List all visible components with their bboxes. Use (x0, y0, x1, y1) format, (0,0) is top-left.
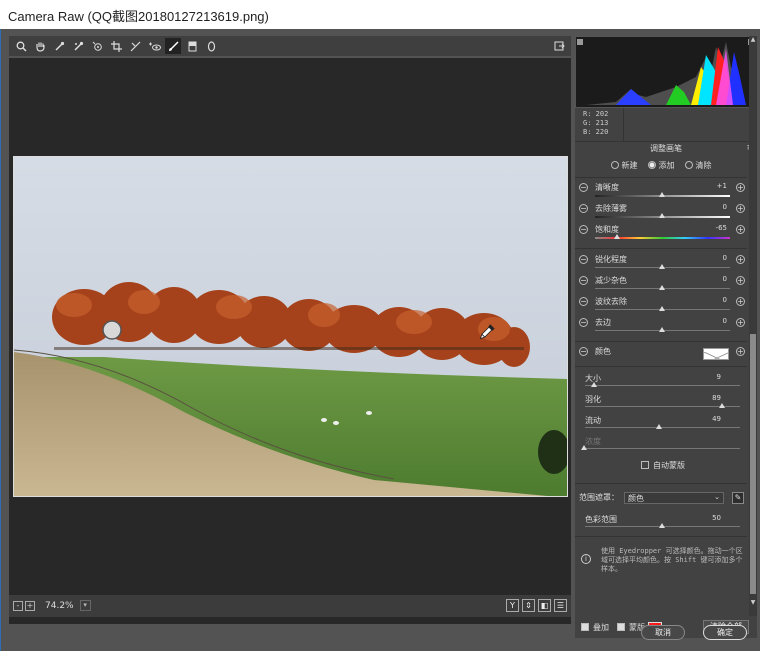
b-value: B: 220 (583, 128, 609, 136)
rgb-readout: R: 202 G: 213 B: 220 (575, 108, 757, 142)
preview-status-bar: - + 74.2% ▾ Y ⇕ ◧ ☰ (9, 595, 571, 617)
crop-icon[interactable] (108, 38, 124, 54)
shadow-clipping-icon (577, 39, 583, 45)
hand-icon[interactable] (32, 38, 48, 54)
slider-defringe[interactable]: − 去边 0 + (575, 317, 747, 339)
slider-sharpness[interactable]: − 锐化程度 0 + (575, 254, 747, 276)
copy-settings-button[interactable]: ◧ (538, 599, 551, 612)
plus-icon[interactable]: + (736, 318, 745, 327)
color-range-slider[interactable]: 色彩范围 50 (575, 514, 747, 534)
info-icon: i (581, 554, 591, 564)
range-mask-row: 范围遮罩： 颜色 ⌄ ✎ (579, 492, 747, 506)
swap-before-after-button[interactable]: ⇕ (522, 599, 535, 612)
camera-raw-dialog: - + 74.2% ▾ Y ⇕ ◧ ☰ R: 202 G: 213 B: 220… (0, 29, 760, 651)
radial-filter-icon[interactable] (203, 38, 219, 54)
red-eye-icon[interactable] (146, 38, 162, 54)
plus-icon[interactable]: + (736, 225, 745, 234)
minus-icon[interactable]: − (579, 318, 588, 327)
histogram (575, 36, 757, 108)
before-after-toggle[interactable]: Y (506, 599, 519, 612)
adjustment-panel: R: 202 G: 213 B: 220 调整画笔 ≡ 新建 添加 清除 − 清… (575, 36, 757, 616)
color-sampler-icon[interactable] (70, 38, 86, 54)
graduated-filter-icon[interactable] (184, 38, 200, 54)
minus-icon[interactable]: − (579, 276, 588, 285)
toggle-settings-button[interactable]: ☰ (554, 599, 567, 612)
white-balance-icon[interactable] (51, 38, 67, 54)
slider-moire-reduction[interactable]: − 波纹去除 0 + (575, 296, 747, 318)
zoom-in-button[interactable]: + (25, 600, 35, 611)
straighten-icon[interactable] (127, 38, 143, 54)
panel-title: 调整画笔 (650, 144, 682, 153)
brush-feather[interactable]: 羽化 89 (575, 394, 747, 414)
r-value: R: 202 (583, 110, 609, 118)
zoom-dropdown[interactable]: ▾ (79, 600, 91, 611)
brush-flow[interactable]: 流动 49 (575, 415, 747, 435)
image-preview-area[interactable] (9, 58, 571, 624)
plus-icon[interactable]: + (736, 183, 745, 192)
overlay-checkbox[interactable]: 叠加 (581, 622, 609, 633)
radio-icon (647, 161, 656, 169)
brush-mode-group: 新建 添加 清除 (575, 160, 747, 174)
color-row: − 颜色 + (575, 346, 747, 364)
adjustment-brush-icon[interactable] (165, 38, 181, 54)
plus-icon[interactable]: + (736, 204, 745, 213)
plus-icon[interactable]: + (736, 255, 745, 264)
radio-icon (610, 161, 619, 169)
range-mask-select[interactable]: 颜色 ⌄ (624, 492, 724, 504)
slider-clarity[interactable]: − 清晰度 +1 + (575, 182, 747, 204)
ok-button[interactable]: 确定 (703, 625, 747, 640)
plus-icon[interactable]: + (736, 276, 745, 285)
checkbox-icon (641, 461, 649, 469)
tool-bar (9, 36, 571, 56)
g-value: G: 213 (583, 119, 609, 127)
mode-new[interactable]: 新建 (610, 160, 638, 174)
color-swatch[interactable] (703, 348, 729, 360)
brush-density[interactable]: 浓度 (575, 436, 747, 456)
slider-dehaze[interactable]: − 去除薄雾 0 + (575, 203, 747, 225)
minus-icon[interactable]: − (579, 183, 588, 192)
zoom-out-button[interactable]: - (13, 600, 23, 611)
plus-icon[interactable]: + (736, 297, 745, 306)
info-box: i 使用 Eyedropper 可选择颜色。拖动一个区域可选择平均颜色。按 Sh… (579, 544, 747, 584)
brush-size[interactable]: 大小 9 (575, 373, 747, 393)
targeted-adjustment-icon[interactable] (89, 38, 105, 54)
auto-mask-checkbox[interactable]: 自动蒙版 (641, 460, 685, 471)
checkbox-icon (581, 623, 589, 631)
zoom-level: 74.2% (45, 600, 74, 611)
panel-scrollbar[interactable]: ▲ ▼ (749, 36, 757, 616)
plus-icon[interactable]: + (736, 347, 745, 356)
scroll-thumb[interactable] (750, 334, 756, 594)
info-text: 使用 Eyedropper 可选择颜色。拖动一个区域可选择平均颜色。按 Shif… (601, 547, 743, 573)
preview-photo[interactable] (13, 156, 568, 497)
zoom-controls: - + 74.2% ▾ (13, 600, 91, 611)
radio-icon (684, 161, 693, 169)
eyedropper-icon[interactable]: ✎ (732, 492, 744, 504)
minus-icon[interactable]: − (579, 204, 588, 213)
minus-icon[interactable]: − (579, 297, 588, 306)
window-title: Camera Raw (QQ截图20180127213619.png) (0, 0, 760, 29)
minus-icon[interactable]: − (579, 225, 588, 234)
minus-icon[interactable]: − (579, 255, 588, 264)
cancel-button[interactable]: 取消 (641, 625, 685, 640)
slider-saturation[interactable]: − 饱和度 -65 + (575, 224, 747, 246)
slider-noise-reduction[interactable]: − 减少杂色 0 + (575, 275, 747, 297)
checkbox-icon (617, 623, 625, 631)
chevron-down-icon: ⌄ (714, 493, 720, 501)
view-buttons: Y ⇕ ◧ ☰ (506, 599, 567, 612)
panel-header: 调整画笔 ≡ (575, 143, 757, 155)
fullscreen-icon[interactable] (551, 38, 567, 54)
mode-add[interactable]: 添加 (647, 160, 675, 174)
scroll-down-icon[interactable]: ▼ (749, 599, 757, 607)
mode-erase[interactable]: 清除 (684, 160, 712, 174)
scroll-up-icon[interactable]: ▲ (749, 36, 757, 44)
zoom-icon[interactable] (13, 38, 29, 54)
minus-icon[interactable]: − (579, 347, 588, 356)
